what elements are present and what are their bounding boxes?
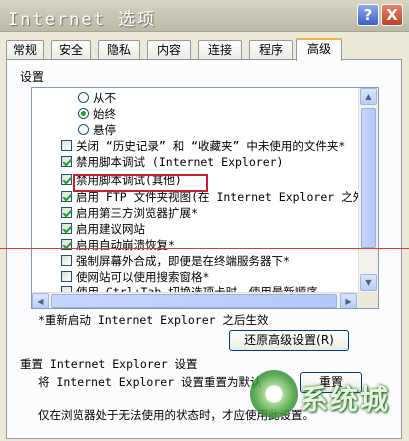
scroll-left-icon[interactable]: ◀ bbox=[32, 293, 49, 308]
watermark-logo: 系统城 bbox=[242, 364, 392, 426]
watermark-text: 系统城 bbox=[300, 383, 391, 416]
restore-advanced-button[interactable]: 还原高级设置(R) bbox=[229, 330, 349, 351]
checkbox[interactable] bbox=[61, 174, 72, 185]
horizontal-scrollbar[interactable]: ◀ ▶ bbox=[32, 292, 358, 308]
tab-security[interactable]: 安全 bbox=[51, 40, 91, 59]
window-title: Internet 选项 bbox=[8, 10, 157, 30]
reset-section-title: 重置 Internet Explorer 设置 bbox=[20, 357, 198, 371]
radio-button[interactable] bbox=[78, 108, 89, 119]
scroll-down-icon[interactable]: ▼ bbox=[360, 274, 377, 291]
annotation-highlight-box bbox=[73, 174, 208, 192]
settings-list[interactable]: 从不 始终 悬停 关闭 “历史记录” 和 “收藏夹” 中未使用的文件夹* 禁用脚… bbox=[31, 87, 379, 309]
scroll-thumb-horizontal[interactable] bbox=[51, 294, 337, 308]
checkbox[interactable] bbox=[61, 156, 72, 167]
globe-icon bbox=[250, 370, 298, 418]
tab-content[interactable]: 内容 bbox=[147, 40, 191, 59]
vertical-scrollbar[interactable]: ▲ ▼ bbox=[358, 88, 378, 292]
checkbox[interactable] bbox=[61, 255, 72, 266]
close-button[interactable]: X bbox=[381, 4, 403, 26]
checkbox[interactable] bbox=[61, 140, 72, 151]
tab-privacy[interactable]: 隐私 bbox=[98, 40, 140, 59]
help-button[interactable]: ? bbox=[357, 4, 379, 26]
tab-programs[interactable]: 程序 bbox=[249, 40, 293, 59]
title-bar: Internet 选项 ? X bbox=[0, 0, 409, 32]
checkbox[interactable] bbox=[61, 191, 72, 202]
checkbox[interactable] bbox=[61, 207, 72, 218]
scroll-up-icon[interactable]: ▲ bbox=[360, 88, 377, 105]
annotation-line bbox=[0, 248, 409, 249]
checkbox[interactable] bbox=[61, 271, 72, 282]
tab-advanced[interactable]: 高级 bbox=[296, 38, 342, 61]
scroll-thumb[interactable] bbox=[361, 108, 376, 248]
radio-button[interactable] bbox=[78, 124, 89, 135]
scroll-corner bbox=[358, 292, 378, 308]
checkbox[interactable] bbox=[61, 223, 72, 234]
restart-note: *重新启动 Internet Explorer 之后生效 bbox=[38, 313, 269, 327]
radio-button[interactable] bbox=[78, 92, 89, 103]
settings-group-label: 设置 bbox=[20, 70, 45, 84]
scroll-right-icon[interactable]: ▶ bbox=[340, 293, 357, 308]
tab-connections[interactable]: 连接 bbox=[198, 40, 242, 59]
tab-general[interactable]: 常规 bbox=[6, 40, 44, 59]
reset-description: 将 Internet Explorer 设置重置为默认 bbox=[38, 375, 262, 389]
